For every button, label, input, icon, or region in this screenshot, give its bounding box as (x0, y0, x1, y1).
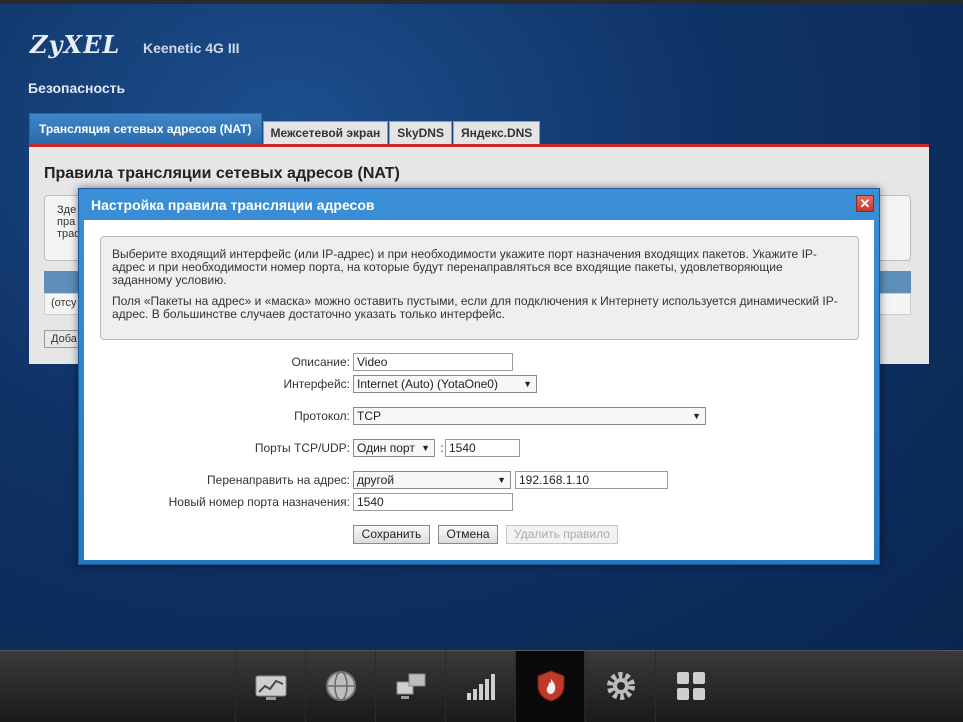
apps-grid-icon (677, 672, 705, 700)
dialog-body: Выберите входящий интерфейс (или IP-адре… (84, 220, 874, 560)
tab-bar: Трансляция сетевых адресов (NAT) Межсете… (29, 113, 541, 144)
close-icon[interactable]: ✕ (856, 195, 874, 212)
description-field[interactable]: Video (353, 353, 513, 371)
interface-select[interactable]: Internet (Auto) (YotaOne0) ▼ (353, 375, 537, 393)
globe-icon (326, 671, 356, 701)
network-computers-icon (396, 673, 426, 699)
protocol-select[interactable]: TCP ▼ (353, 407, 706, 425)
delete-rule-button[interactable]: Удалить правило (506, 525, 618, 544)
section-title: Безопасность (28, 80, 126, 96)
nav-apps[interactable] (655, 651, 724, 722)
nav-wifi[interactable] (445, 651, 514, 722)
redirect-mode-select[interactable]: другой ▼ (353, 471, 511, 489)
device-model: Keenetic 4G III (143, 40, 240, 56)
gear-icon (607, 672, 635, 700)
interface-label: Интерфейс: (283, 377, 350, 391)
bottom-navigation (0, 650, 963, 722)
nav-security[interactable] (515, 651, 584, 722)
nav-internet[interactable] (305, 651, 374, 722)
zyxel-logo: ZyXEL (30, 30, 121, 59)
ports-label: Порты TCP/UDP: (254, 441, 350, 455)
monitor-chart-icon (255, 675, 287, 700)
tab-nat[interactable]: Трансляция сетевых адресов (NAT) (29, 113, 262, 144)
tab-firewall[interactable]: Межсетевой экран (262, 121, 389, 144)
ports-mode-value: Один порт (357, 441, 415, 455)
nat-rule-dialog: Настройка правила трансляции адресов ✕ В… (78, 188, 880, 565)
nav-monitor[interactable] (235, 651, 304, 722)
dialog-title: Настройка правила трансляции адресов (91, 197, 375, 213)
hint-paragraph: Выберите входящий интерфейс (или IP-адре… (112, 247, 817, 287)
chevron-down-icon: ▼ (692, 411, 701, 421)
tab-yandex-dns[interactable]: Яндекс.DNS (452, 121, 541, 144)
redirect-mode-value: другой (357, 473, 395, 487)
signal-bars-icon (467, 674, 495, 700)
chevron-down-icon: ▼ (523, 379, 532, 389)
redirect-label: Перенаправить на адрес: (207, 473, 350, 487)
tab-skydns[interactable]: SkyDNS (389, 121, 452, 144)
nav-settings[interactable] (585, 651, 654, 722)
nav-home-network[interactable] (375, 651, 444, 722)
save-button[interactable]: Сохранить (353, 525, 430, 544)
shield-fire-icon (537, 670, 565, 702)
protocol-label: Протокол: (294, 409, 350, 423)
cancel-button[interactable]: Отмена (438, 525, 498, 544)
interface-select-value: Internet (Auto) (YotaOne0) (357, 377, 498, 391)
ports-mode-select[interactable]: Один порт ▼ (353, 439, 435, 457)
panel-title: Правила трансляции сетевых адресов (NAT) (44, 165, 400, 182)
chevron-down-icon: ▼ (421, 443, 430, 453)
hint-paragraph: Поля «Пакеты на адрес» и «маска» можно о… (112, 294, 838, 321)
protocol-select-value: TCP (357, 409, 381, 423)
new-port-label: Новый номер порта назначения: (168, 495, 350, 509)
new-port-field[interactable]: 1540 (353, 493, 513, 511)
description-label: Описание: (291, 355, 350, 369)
ports-field[interactable]: 1540 (445, 439, 520, 457)
hint-box: Выберите входящий интерфейс (или IP-адре… (100, 236, 859, 340)
redirect-ip-field[interactable]: 192.168.1.10 (515, 471, 668, 489)
chevron-down-icon: ▼ (497, 475, 506, 485)
